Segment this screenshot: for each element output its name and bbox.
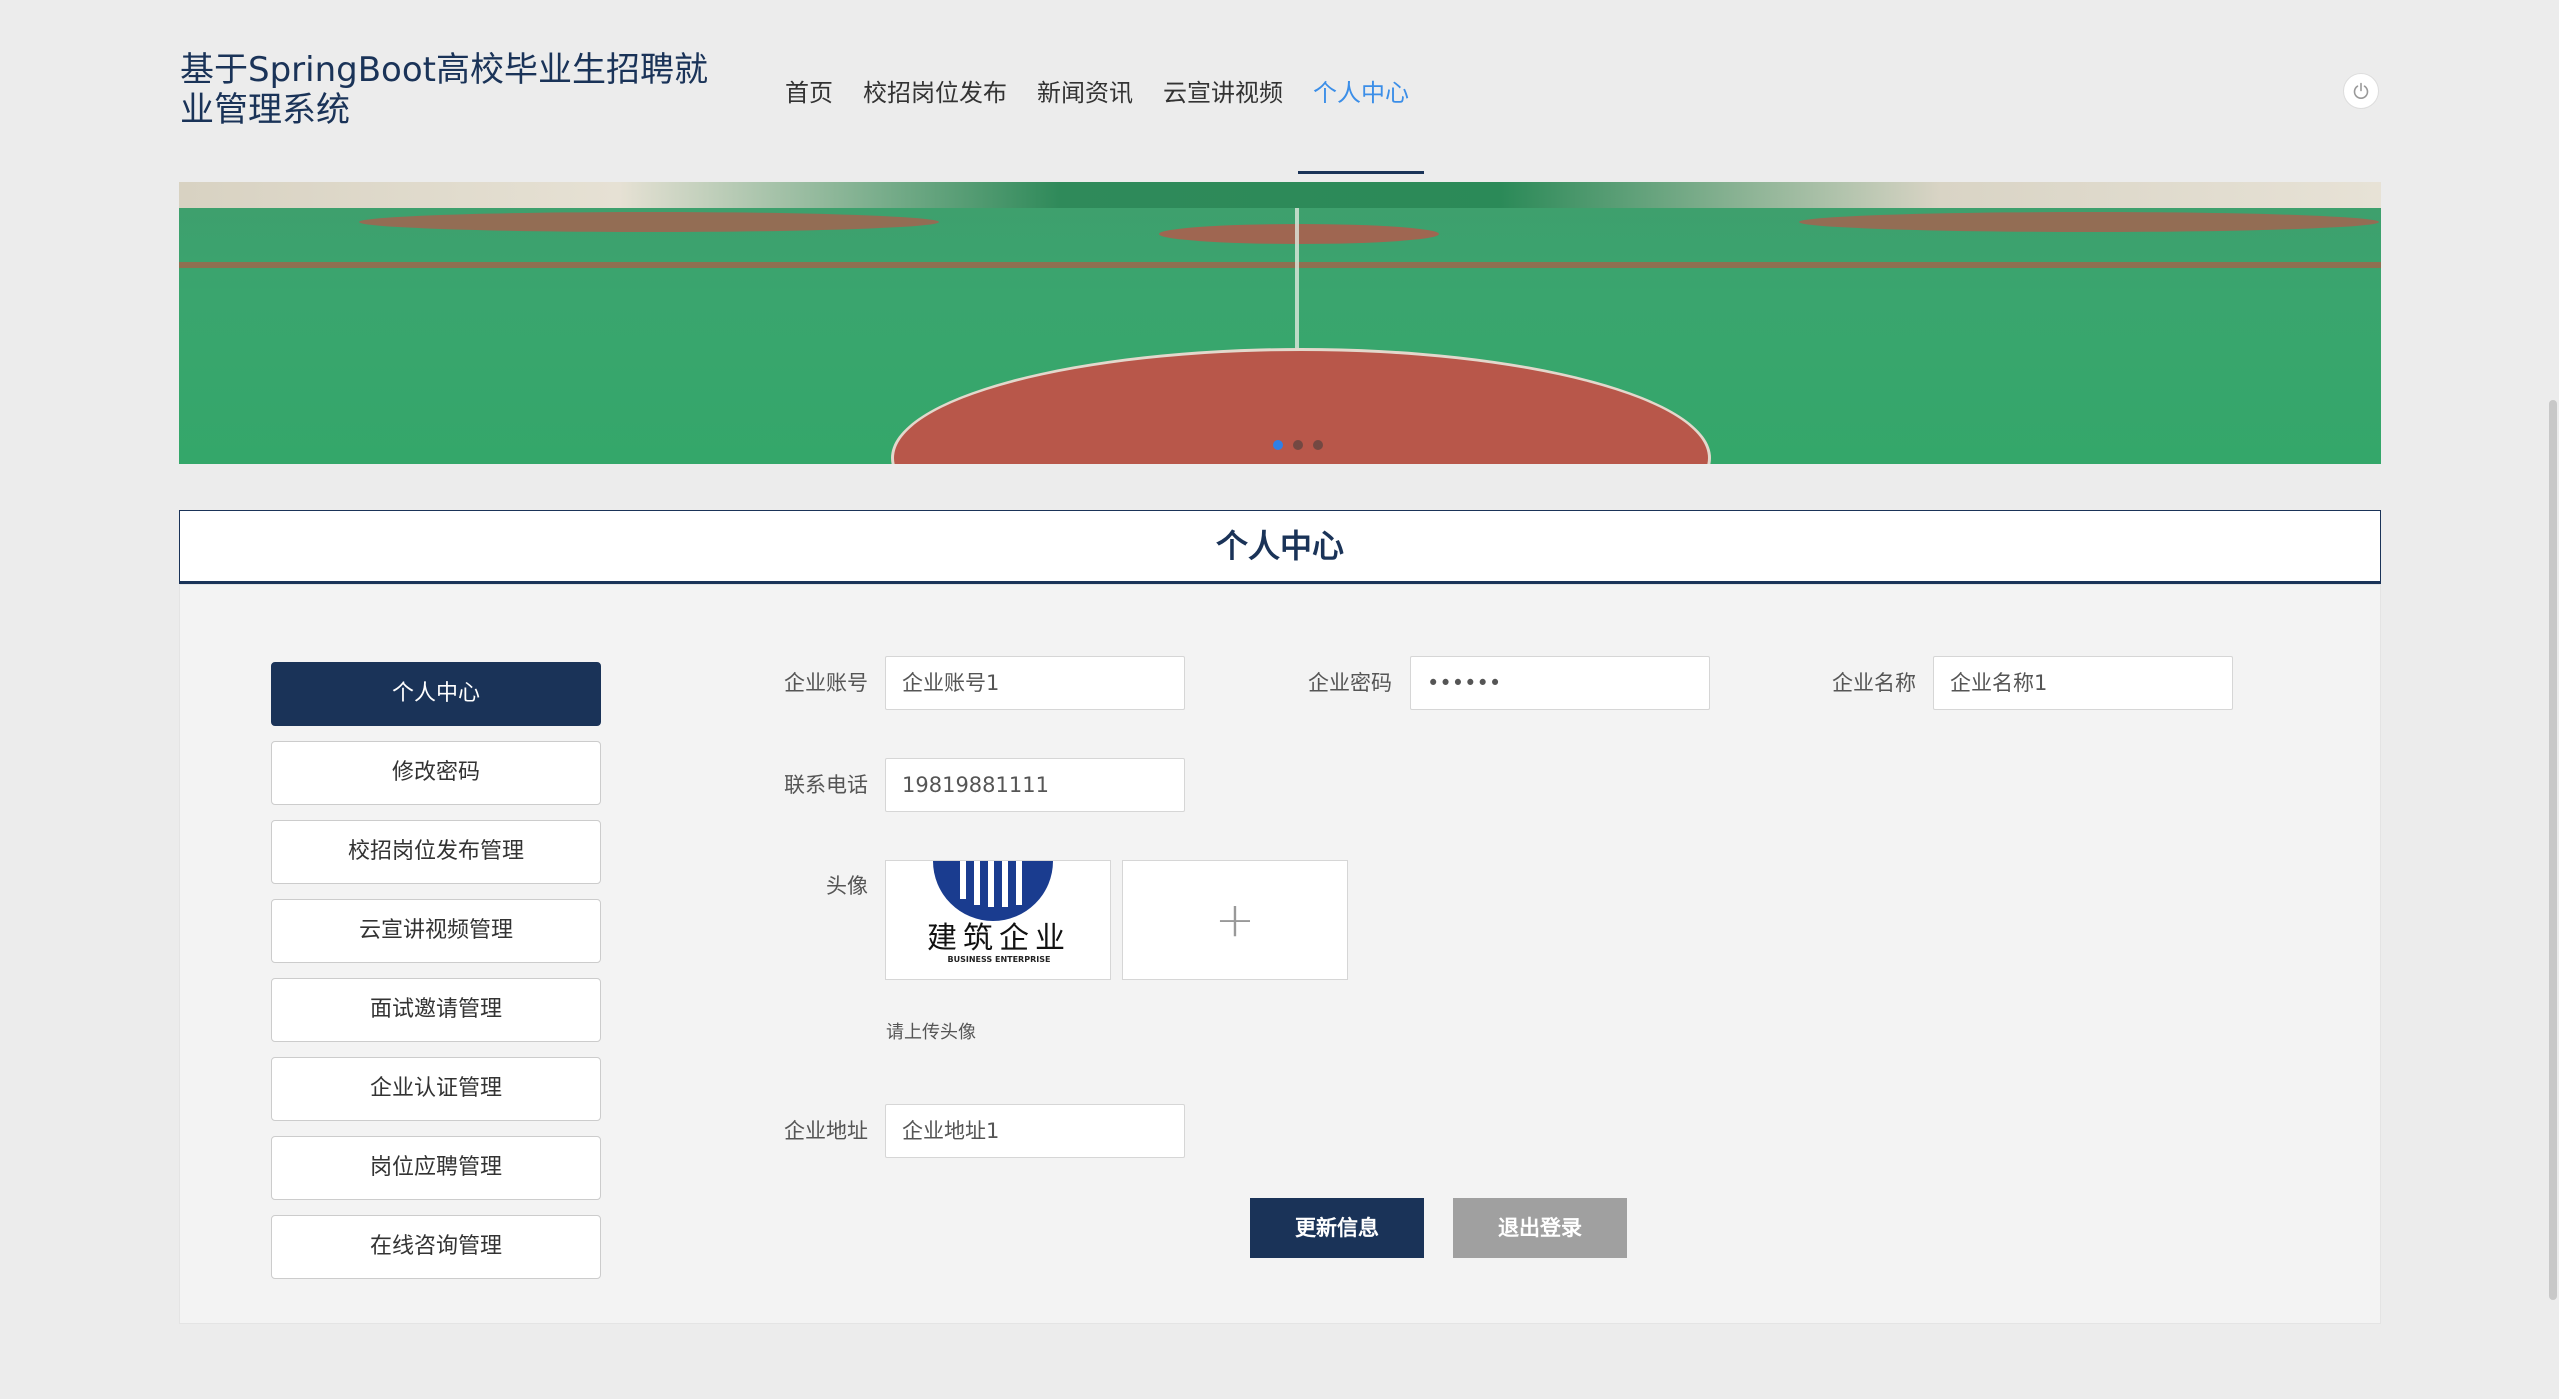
page: 基于SpringBoot高校毕业生招聘就业管理系统 首页 校招岗位发布 新闻资讯… xyxy=(0,0,2559,1399)
nav-campus-jobs[interactable]: 校招岗位发布 xyxy=(848,58,1022,148)
address-label: 企业地址 xyxy=(784,1119,868,1143)
menu-item-interview-management[interactable]: 面试邀请管理 xyxy=(271,978,601,1042)
avatar-label: 头像 xyxy=(826,874,868,898)
logout-button[interactable]: 退出登录 xyxy=(1453,1198,1627,1258)
banner-carousel[interactable] xyxy=(179,182,2381,464)
banner-arc-left xyxy=(359,212,939,232)
header: 基于SpringBoot高校毕业生招聘就业管理系统 首页 校招岗位发布 新闻资讯… xyxy=(0,0,2559,182)
content-panel: 个人中心 修改密码 校招岗位发布管理 云宣讲视频管理 面试邀请管理 企业认证管理… xyxy=(179,584,2381,1324)
scrollbar-thumb[interactable] xyxy=(2549,400,2557,1300)
nav-home[interactable]: 首页 xyxy=(770,58,848,148)
nav-personal-center[interactable]: 个人中心 xyxy=(1298,58,1424,174)
menu-item-video-management[interactable]: 云宣讲视频管理 xyxy=(271,899,601,963)
carousel-dots xyxy=(1273,440,1323,450)
carousel-dot[interactable] xyxy=(1313,440,1323,450)
side-menu: 个人中心 修改密码 校招岗位发布管理 云宣讲视频管理 面试邀请管理 企业认证管理… xyxy=(271,662,601,1294)
logo-subtext: BUSINESS ENTERPRISE xyxy=(947,955,1051,964)
nav-videos[interactable]: 云宣讲视频 xyxy=(1148,58,1298,148)
upload-button[interactable]: + xyxy=(1122,860,1348,980)
menu-item-personal-center[interactable]: 个人中心 xyxy=(271,662,601,726)
address-field[interactable]: 企业地址1 xyxy=(885,1104,1185,1158)
plus-icon: + xyxy=(1214,892,1256,948)
avatar-hint: 请上传头像 xyxy=(886,1022,976,1043)
menu-item-job-management[interactable]: 校招岗位发布管理 xyxy=(271,820,601,884)
section-title: 个人中心 xyxy=(179,510,2381,584)
phone-label: 联系电话 xyxy=(784,773,868,797)
password-field[interactable]: •••••• xyxy=(1410,656,1710,710)
password-label: 企业密码 xyxy=(1308,671,1392,695)
main-nav: 首页 校招岗位发布 新闻资讯 云宣讲视频 个人中心 xyxy=(770,58,1424,174)
banner-arc-center-top xyxy=(1159,224,1439,244)
update-button[interactable]: 更新信息 xyxy=(1250,1198,1424,1258)
avatar-image[interactable]: 建筑企业 BUSINESS ENTERPRISE xyxy=(885,860,1111,980)
banner-stands xyxy=(179,182,2381,208)
phone-field[interactable]: 19819881111 xyxy=(885,758,1185,812)
name-field[interactable]: 企业名称1 xyxy=(1933,656,2233,710)
banner-arc-right xyxy=(1799,212,2379,232)
carousel-dot[interactable] xyxy=(1293,440,1303,450)
menu-item-application-management[interactable]: 岗位应聘管理 xyxy=(271,1136,601,1200)
menu-item-certification-management[interactable]: 企业认证管理 xyxy=(271,1057,601,1121)
menu-item-consultation-management[interactable]: 在线咨询管理 xyxy=(271,1215,601,1279)
name-label: 企业名称 xyxy=(1832,671,1916,695)
site-title: 基于SpringBoot高校毕业生招聘就业管理系统 xyxy=(180,50,708,130)
account-label: 企业账号 xyxy=(784,671,868,695)
account-field[interactable]: 企业账号1 xyxy=(885,656,1185,710)
menu-item-change-password[interactable]: 修改密码 xyxy=(271,741,601,805)
logo-text: 建筑企业 xyxy=(927,921,1071,956)
nav-news[interactable]: 新闻资讯 xyxy=(1022,58,1148,148)
banner-field-line xyxy=(179,262,2381,268)
carousel-dot[interactable] xyxy=(1273,440,1283,450)
power-icon[interactable] xyxy=(2343,73,2379,109)
